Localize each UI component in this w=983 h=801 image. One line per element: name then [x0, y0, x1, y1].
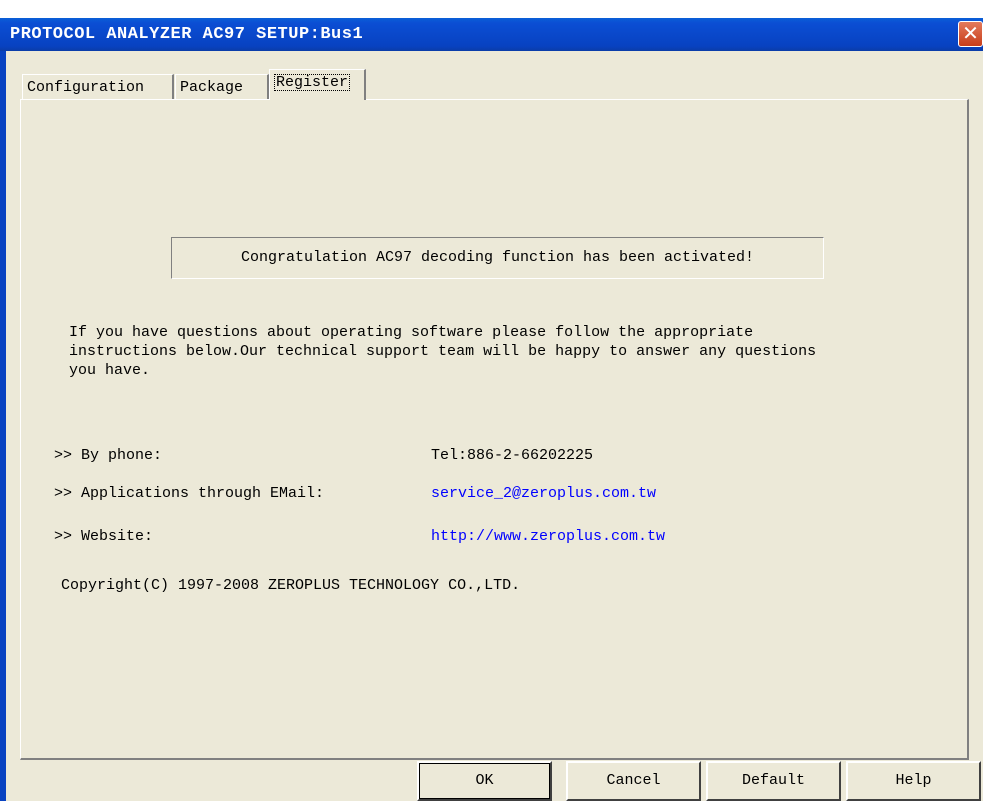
register-panel: Congratulation AC97 decoding function ha… [20, 99, 969, 760]
website-link[interactable]: http://www.zeroplus.com.tw [431, 528, 665, 545]
email-link[interactable]: service_2@zeroplus.com.tw [431, 485, 656, 502]
close-button[interactable]: ✕ [958, 21, 983, 47]
phone-value: Tel:886-2-66202225 [431, 447, 594, 464]
website-label: >> Website: [54, 528, 154, 545]
tab-label: Register [274, 74, 351, 91]
window-title: PROTOCOL ANALYZER AC97 SETUP:Bus1 [10, 25, 364, 44]
activation-message-box: Congratulation AC97 decoding function ha… [171, 237, 824, 279]
phone-label: >> By phone: [54, 447, 163, 464]
tab-package[interactable]: Package [175, 74, 269, 99]
setup-dialog: PROTOCOL ANALYZER AC97 SETUP:Bus1 ✕ Conf… [0, 18, 983, 801]
tab-label: Configuration [27, 79, 145, 96]
copyright-text: Copyright(C) 1997-2008 ZEROPLUS TECHNOLO… [61, 577, 521, 594]
ok-button[interactable]: OK [417, 761, 552, 801]
default-button[interactable]: Default [706, 761, 841, 801]
cancel-button[interactable]: Cancel [566, 761, 701, 801]
help-button[interactable]: Help [846, 761, 981, 801]
tab-register[interactable]: Register [269, 69, 366, 100]
close-icon: ✕ [962, 21, 979, 45]
title-bar[interactable]: PROTOCOL ANALYZER AC97 SETUP:Bus1 ✕ [0, 18, 983, 51]
tab-label: Package [180, 79, 244, 96]
window-frame-left [0, 51, 6, 801]
email-label: >> Applications through EMail: [54, 485, 325, 502]
top-strip [0, 0, 983, 18]
tab-configuration[interactable]: Configuration [22, 74, 174, 99]
support-info-text: If you have questions about operating so… [69, 324, 817, 379]
activation-message: Congratulation AC97 decoding function ha… [240, 249, 755, 266]
